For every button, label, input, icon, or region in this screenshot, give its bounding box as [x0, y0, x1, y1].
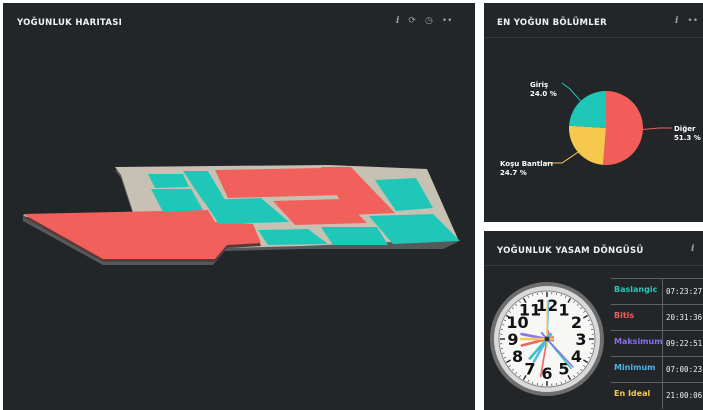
- lifecycle-row-2: Maksimum 09:22:51: [611, 330, 703, 357]
- lifecycle-row-0: Baslangic 07:23:27: [611, 278, 703, 305]
- lifecycle-row-label: Bitis: [614, 311, 635, 320]
- clock-numeral-4: 4: [571, 347, 582, 366]
- pie-value-0: 51.3 %: [674, 134, 701, 142]
- lifecycle-row-time: 09:22:51: [666, 339, 703, 348]
- lifecycle-divider: [484, 265, 703, 266]
- lifecycle-row-label: Maksimum: [614, 337, 663, 346]
- pie-value-1: 24.7 %: [500, 169, 527, 177]
- lifecycle-toolbar: i: [691, 244, 694, 254]
- lifecycle-row-divider: [662, 331, 663, 357]
- lifecycle-row-divider: [662, 279, 663, 305]
- lifecycle-row-label: Baslangic: [614, 285, 658, 294]
- pie-slice-2[interactable]: [569, 91, 606, 128]
- pie-slice-1[interactable]: [569, 125, 606, 165]
- lifecycle-title: YOĞUNLUK YASAM DÖNGÜSÜ: [497, 246, 644, 256]
- lifecycle-row-divider: [662, 383, 663, 409]
- pie-label-2: Giriş: [530, 81, 548, 89]
- clock-hub: [544, 336, 550, 342]
- clock-numeral-9: 9: [507, 330, 518, 349]
- pie-leader-0: [642, 127, 672, 131]
- analog-clock: 121234567891011: [490, 282, 604, 396]
- lifecycle-row-time: 07:23:27: [666, 287, 703, 296]
- clock-numeral-8: 8: [512, 347, 523, 366]
- lifecycle-row-time: 07:00:23: [666, 365, 703, 374]
- lifecycle-row-4: En Ideal 21:00:06: [611, 382, 703, 409]
- pie-value-2: 24.0 %: [530, 90, 557, 98]
- lifecycle-row-time: 21:00:06: [666, 391, 703, 400]
- lifecycle-row-1: Bitis 20:31:36: [611, 304, 703, 331]
- pie-label-0: Diğer: [674, 125, 696, 133]
- busiest-pie-chart: Diğer51.3 % Koşu Bantları24.7 % Giriş24.0 …: [500, 81, 701, 177]
- lifecycle-row-label: Minimum: [614, 363, 656, 372]
- clock-numeral-1: 1: [558, 301, 569, 320]
- pie-slice-0[interactable]: [602, 91, 643, 165]
- lifecycle-row-3: Minimum 07:00:23: [611, 356, 703, 383]
- pie-label-1: Koşu Bantları: [500, 160, 553, 168]
- lifecycle-row-divider: [662, 357, 663, 383]
- clock-numeral-11: 11: [519, 301, 541, 320]
- pie-leader-2: [561, 82, 582, 102]
- floor-plan-3d: [23, 165, 460, 265]
- room-red-center[interactable]: [215, 168, 341, 198]
- lifecycle-row-time: 20:31:36: [666, 313, 703, 322]
- lifecycle-row-label: En Ideal: [614, 389, 651, 398]
- room-teal-1[interactable]: [148, 174, 189, 188]
- info-icon[interactable]: i: [691, 244, 694, 254]
- lifecycle-row-divider: [662, 305, 663, 331]
